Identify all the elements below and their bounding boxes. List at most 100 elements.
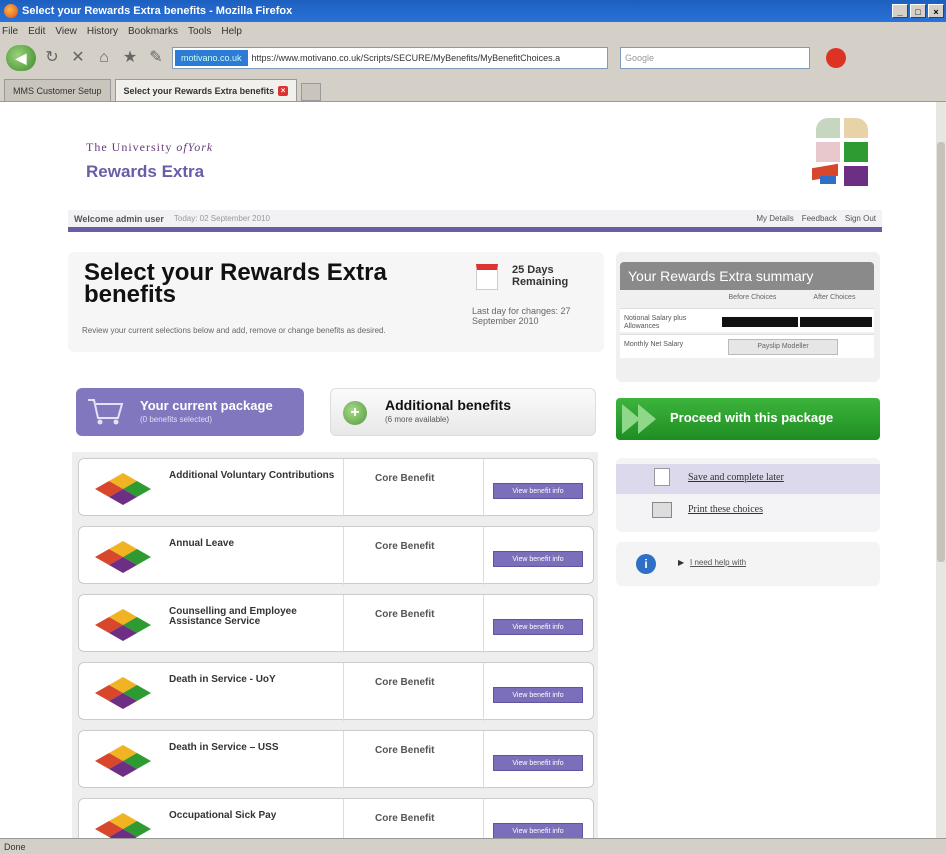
- payslip-modeller-button[interactable]: Payslip Modeller: [728, 339, 838, 355]
- welcome-bar: Welcome admin user Today: 02 September 2…: [68, 210, 882, 232]
- column-divider: [483, 527, 484, 585]
- vertical-scrollbar[interactable]: [936, 102, 946, 838]
- back-arrow-icon[interactable]: ◀: [6, 45, 36, 71]
- menu-file[interactable]: File: [2, 26, 18, 37]
- home-icon[interactable]: ⌂: [94, 48, 114, 68]
- site-identity[interactable]: motivano.co.uk: [175, 50, 248, 66]
- menu-history[interactable]: History: [87, 26, 118, 37]
- view-benefit-info-button[interactable]: View benefit info: [493, 755, 583, 771]
- benefit-type: Core Benefit: [375, 677, 435, 688]
- summary-row: Notional Salary plus Allowances: [620, 308, 874, 332]
- benefit-leaf-icon: [95, 745, 151, 777]
- benefit-name: Death in Service – USS: [169, 742, 279, 753]
- tab-current-package[interactable]: Your current package (0 benefits selecte…: [76, 388, 304, 436]
- minimize-button[interactable]: _: [892, 4, 908, 18]
- adblock-icon[interactable]: [826, 48, 846, 68]
- current-package-title: Your current package: [140, 398, 273, 413]
- plus-icon: +: [343, 401, 367, 425]
- summary-row-label: Notional Salary plus Allowances: [624, 315, 687, 330]
- column-divider: [483, 663, 484, 721]
- search-input[interactable]: Google: [620, 47, 810, 69]
- close-window-button[interactable]: ×: [928, 4, 944, 18]
- save-and-complete-later-link[interactable]: Save and complete later: [688, 472, 784, 483]
- additional-benefits-title: Additional benefits: [385, 397, 511, 413]
- column-divider: [343, 527, 344, 585]
- tab-bar: MMS Customer Setup Select your Rewards E…: [0, 76, 946, 102]
- feedback-link[interactable]: Feedback: [802, 214, 837, 223]
- window-title: Select your Rewards Extra benefits - Moz…: [22, 5, 293, 17]
- calendar-icon: [476, 264, 498, 290]
- summary-value-bar: [722, 317, 872, 327]
- column-divider: [483, 799, 484, 838]
- intro-panel: Select your Rewards Extra benefits Revie…: [68, 252, 604, 352]
- print-choices-link[interactable]: Print these choices: [688, 504, 763, 515]
- benefit-leaf-icon: [95, 813, 151, 838]
- tab-additional-benefits[interactable]: + Additional benefits (6 more available): [330, 388, 596, 436]
- rewards-logo: [808, 112, 876, 194]
- menu-tools[interactable]: Tools: [188, 26, 211, 37]
- package-tabs: Your current package (0 benefits selecte…: [68, 380, 604, 444]
- benefit-row: Additional Voluntary Contributions Core …: [78, 458, 594, 517]
- benefit-row: Counselling and Employee Assistance Serv…: [78, 594, 594, 653]
- maximize-button[interactable]: □: [910, 4, 926, 18]
- column-divider: [483, 595, 484, 653]
- firefox-icon: [4, 4, 18, 18]
- additional-benefits-count: (6 more available): [385, 415, 450, 424]
- benefit-type: Core Benefit: [375, 745, 435, 756]
- current-package-count: (0 benefits selected): [140, 415, 213, 424]
- close-tab-icon[interactable]: ×: [278, 85, 289, 96]
- scrollbar-thumb[interactable]: [937, 142, 945, 562]
- menu-edit[interactable]: Edit: [28, 26, 45, 37]
- url-bar[interactable]: motivano.co.uk https://www.motivano.co.u…: [172, 47, 608, 69]
- view-benefit-info-button[interactable]: View benefit info: [493, 619, 583, 635]
- window-controls: _ □ ×: [892, 4, 946, 18]
- double-arrow-icon: [622, 404, 656, 434]
- summary-row: Monthly Net Salary Payslip Modeller: [620, 334, 874, 358]
- my-details-link[interactable]: My Details: [756, 214, 793, 223]
- view-benefit-info-button[interactable]: View benefit info: [493, 483, 583, 499]
- reload-icon[interactable]: ↻: [42, 48, 62, 68]
- tab-label: Select your Rewards Extra benefits: [123, 85, 275, 96]
- tab-mms-setup[interactable]: MMS Customer Setup: [4, 79, 111, 101]
- expand-triangle-icon[interactable]: ▶: [678, 558, 684, 567]
- window-titlebar: Select your Rewards Extra benefits - Moz…: [0, 0, 946, 22]
- stop-icon[interactable]: ✕: [68, 48, 88, 68]
- page-title: Select your Rewards Extra benefits: [84, 259, 387, 308]
- tab-rewards[interactable]: Select your Rewards Extra benefits ×: [114, 79, 298, 101]
- benefit-row: Annual Leave Core Benefit View benefit i…: [78, 526, 594, 585]
- menu-view[interactable]: View: [55, 26, 77, 37]
- benefit-type: Core Benefit: [375, 473, 435, 484]
- benefit-type: Core Benefit: [375, 541, 435, 552]
- proceed-label: Proceed with this package: [670, 410, 834, 425]
- cart-icon: [88, 399, 124, 425]
- proceed-button[interactable]: Proceed with this package: [616, 398, 880, 440]
- university-logo-text: The University ofYork: [86, 140, 213, 155]
- navigation-toolbar: ◀ ↻ ✕ ⌂ ★ ✎ motivano.co.uk https://www.m…: [0, 40, 946, 76]
- tab-label: MMS Customer Setup: [13, 85, 102, 96]
- benefit-leaf-icon: [95, 609, 151, 641]
- view-benefit-info-button[interactable]: View benefit info: [493, 551, 583, 567]
- page-viewport: The University ofYork Rewards Extra Welc…: [0, 102, 936, 838]
- days-remaining-panel: 25 Days Remaining Last day for changes: …: [468, 258, 598, 348]
- benefit-row: Death in Service – USS Core Benefit View…: [78, 730, 594, 789]
- column-divider: [343, 799, 344, 838]
- view-benefit-info-button[interactable]: View benefit info: [493, 687, 583, 703]
- benefit-row: Occupational Sick Pay Core Benefit View …: [78, 798, 594, 838]
- sign-out-link[interactable]: Sign Out: [845, 214, 876, 223]
- benefit-name: Counselling and Employee Assistance Serv…: [169, 606, 297, 627]
- summary-columns: Before Choices After Choices: [710, 294, 874, 301]
- summary-panel: Your Rewards Extra summary Before Choice…: [616, 252, 880, 382]
- pencil-icon[interactable]: ✎: [146, 48, 166, 68]
- menu-bar: File Edit View History Bookmarks Tools H…: [0, 22, 946, 40]
- status-bar: Done: [0, 838, 946, 854]
- column-divider: [483, 459, 484, 517]
- menu-bookmarks[interactable]: Bookmarks: [128, 26, 178, 37]
- bookmark-icon[interactable]: ★: [120, 48, 140, 68]
- benefit-name: Occupational Sick Pay: [169, 810, 277, 821]
- view-benefit-info-button[interactable]: View benefit info: [493, 823, 583, 838]
- help-link[interactable]: I need help with: [690, 558, 746, 567]
- menu-help[interactable]: Help: [221, 26, 242, 37]
- university-of: of: [176, 140, 188, 154]
- new-tab-button[interactable]: [301, 83, 322, 101]
- help-panel: i ▶ I need help with: [616, 542, 880, 586]
